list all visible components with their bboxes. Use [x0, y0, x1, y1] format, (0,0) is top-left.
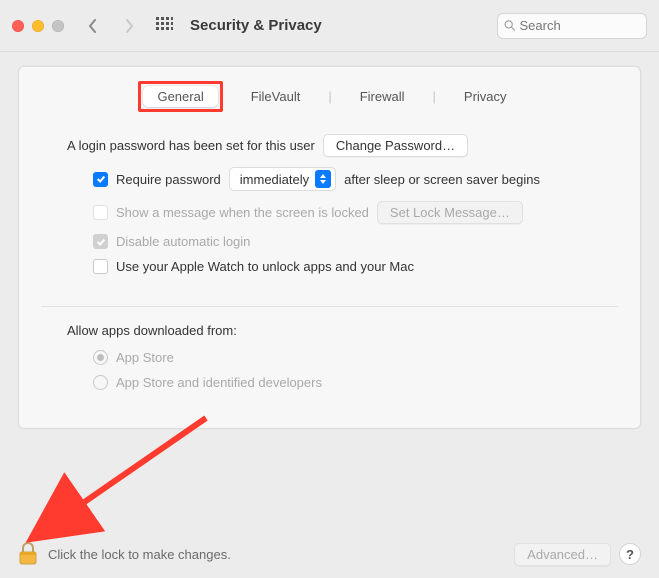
tab-filevault[interactable]: FileVault — [237, 86, 315, 107]
show-all-icon[interactable] — [152, 14, 176, 38]
tab-divider: | — [328, 89, 331, 104]
require-password-label-post: after sleep or screen saver begins — [344, 172, 540, 187]
allow-apps-section: Allow apps downloaded from: App Store Ap… — [19, 307, 640, 414]
tab-bar: General FileVault | Firewall | Privacy — [19, 67, 640, 112]
change-password-button[interactable]: Change Password… — [323, 134, 468, 157]
check-icon — [96, 237, 106, 247]
set-lock-message-button: Set Lock Message… — [377, 201, 523, 224]
window-controls — [12, 20, 64, 32]
window-title: Security & Privacy — [190, 17, 322, 34]
apple-watch-unlock-label: Use your Apple Watch to unlock apps and … — [116, 259, 414, 274]
allow-app-store-radio — [93, 350, 108, 365]
show-lock-message-label: Show a message when the screen is locked — [116, 205, 369, 220]
forward-button — [116, 14, 142, 38]
close-window-button[interactable] — [12, 20, 24, 32]
dropdown-stepper-icon — [315, 170, 331, 188]
lock-icon[interactable] — [18, 542, 38, 566]
annotation-highlight: General — [138, 81, 222, 112]
minimize-window-button[interactable] — [32, 20, 44, 32]
lock-text: Click the lock to make changes. — [48, 547, 231, 562]
require-password-checkbox[interactable] — [93, 172, 108, 187]
help-button[interactable]: ? — [619, 543, 641, 565]
allow-apps-heading: Allow apps downloaded from: — [67, 323, 237, 338]
allow-identified-developers-radio — [93, 375, 108, 390]
search-field[interactable] — [497, 13, 647, 39]
require-password-delay-value: immediately — [240, 172, 309, 187]
require-password-label-pre: Require password — [116, 172, 221, 187]
back-button[interactable] — [80, 14, 106, 38]
preferences-panel: General FileVault | Firewall | Privacy A… — [18, 66, 641, 429]
allow-identified-developers-label: App Store and identified developers — [116, 375, 322, 390]
search-icon — [504, 19, 516, 32]
require-password-delay-select[interactable]: immediately — [229, 167, 336, 191]
tab-firewall[interactable]: Firewall — [346, 86, 419, 107]
tab-divider: | — [433, 89, 436, 104]
toolbar: Security & Privacy — [0, 0, 659, 52]
allow-app-store-label: App Store — [116, 350, 174, 365]
tab-privacy[interactable]: Privacy — [450, 86, 521, 107]
disable-auto-login-label: Disable automatic login — [116, 234, 250, 249]
advanced-button: Advanced… — [514, 543, 611, 566]
login-section: A login password has been set for this u… — [19, 112, 640, 298]
search-input[interactable] — [520, 18, 640, 33]
apple-watch-unlock-checkbox[interactable] — [93, 259, 108, 274]
show-lock-message-checkbox — [93, 205, 108, 220]
disable-auto-login-checkbox — [93, 234, 108, 249]
check-icon — [96, 174, 106, 184]
login-password-text: A login password has been set for this u… — [67, 138, 315, 153]
tab-general[interactable]: General — [143, 86, 217, 107]
footer-bar: Click the lock to make changes. Advanced… — [0, 530, 659, 578]
zoom-window-button — [52, 20, 64, 32]
